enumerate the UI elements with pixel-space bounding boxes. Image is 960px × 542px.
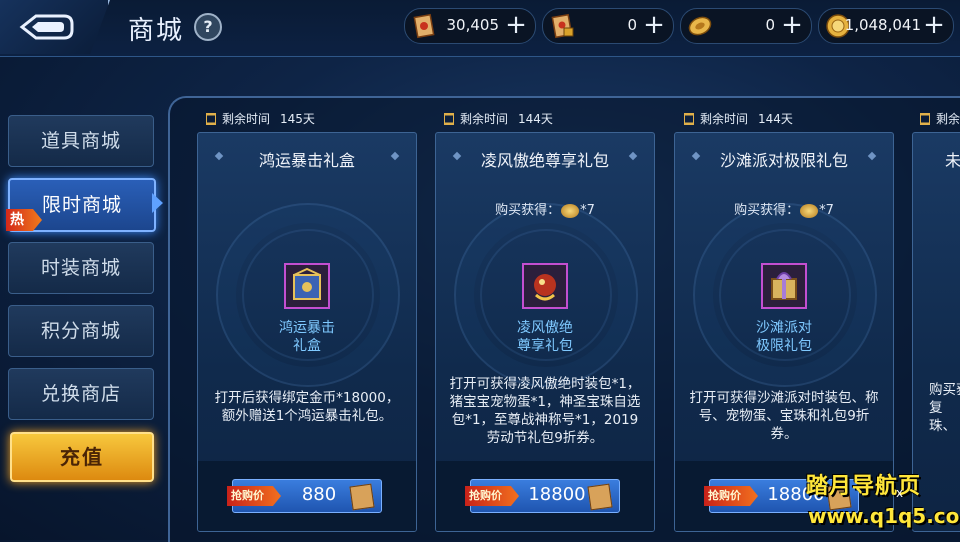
watermark-url: www.q1q5.com: [808, 504, 960, 528]
price-bar: 抢购价 18800: [436, 461, 654, 531]
currency-gold-coin: 0 +: [680, 8, 812, 44]
buy-button[interactable]: 抢购价 18800: [465, 479, 620, 513]
remaining-time: 剩余: [920, 110, 960, 130]
item-name: 沙滩派对 极限礼包: [756, 320, 812, 354]
price-bar: 抢购价 880: [198, 461, 416, 531]
hourglass-icon: [920, 113, 930, 125]
hourglass-icon: [684, 113, 694, 125]
currency-value: 1,048,041: [844, 16, 921, 34]
buy-button[interactable]: 抢购价 880: [227, 479, 382, 513]
shop-card[interactable]: 凌风傲绝尊享礼包 购买获得： *7 凌风傲绝 尊享礼包 打开可获得凌风傲绝时装包*…: [435, 132, 655, 532]
remaining-time: 剩余时间 145天: [206, 110, 315, 130]
active-indicator-arrow-icon: [152, 193, 163, 213]
sidebar-item-fashion-shop[interactable]: 时装商城: [8, 242, 154, 294]
add-currency-button[interactable]: +: [641, 11, 667, 39]
remaining-time: 剩余时间 144天: [444, 110, 553, 130]
price-tag: 抢购价: [227, 486, 281, 506]
currency-scroll-token: 30,405 +: [404, 8, 536, 44]
gift-box-icon: [293, 267, 321, 300]
item-description: 打开后获得绑定金币*18000，额外赠送1个鸿运暴击礼包。: [214, 390, 400, 424]
item-description: 打开可获得沙滩派对时装包、称号、宠物蛋、宝珠和礼包9折券。: [689, 390, 879, 442]
sidebar-item-item-shop[interactable]: 道具商城: [8, 115, 154, 167]
purchase-reward: 购买获得： *7: [495, 203, 595, 218]
card-title: 鸿运暴击礼盒: [258, 151, 355, 170]
price-amount: 880: [301, 484, 337, 505]
card-title: 凌风傲绝尊享礼包: [480, 151, 609, 170]
scroll-token-icon: [413, 13, 435, 39]
currency-locked-scroll-token: 0 +: [542, 8, 674, 44]
item-slot[interactable]: [284, 263, 330, 309]
treasure-chest-icon: [771, 272, 797, 300]
item-slot[interactable]: [522, 263, 568, 309]
item-name: 鸿运暴击 礼盒: [279, 320, 335, 354]
item-description: 打开可获得凌风傲绝时装包*1，猪宝宝宠物蛋*1，神圣宝珠自选包*1，至尊战神称号…: [449, 376, 641, 446]
gold-coin-icon: [800, 203, 819, 218]
watermark-title: 踏月导航页: [806, 474, 922, 499]
item-name: 凌风傲绝 尊享礼包: [517, 320, 573, 354]
top-bar: 商城 ? 30,405 + 0 + 0 + 1,048,041 +: [0, 0, 960, 57]
sidebar-item-points-shop[interactable]: 积分商城: [8, 305, 154, 357]
currency-value: 30,405: [446, 16, 500, 34]
dragon-gift-icon: [534, 274, 556, 301]
currency-gold-ingot: 1,048,041 +: [818, 8, 954, 44]
gold-coin-icon: [561, 203, 580, 218]
add-currency-button[interactable]: +: [779, 11, 805, 39]
watermark-close-button[interactable]: x: [896, 486, 903, 500]
shop-card[interactable]: 鸿运暴击礼盒 鸿运暴击 礼盒 打开后获得绑定金币*18000，额外赠送1个鸿运暴…: [197, 132, 417, 532]
back-button[interactable]: [0, 0, 110, 54]
item-slot[interactable]: [761, 263, 807, 309]
card-title: 沙滩派对极限礼包: [719, 151, 848, 170]
card-title: 未: [945, 151, 960, 170]
hourglass-icon: [444, 113, 454, 125]
gold-coin-icon: [688, 16, 712, 36]
sidebar-item-exchange-shop[interactable]: 兑换商店: [8, 368, 154, 420]
scroll-token-icon: [349, 483, 375, 511]
page-title: 商城: [128, 16, 185, 46]
hourglass-icon: [206, 113, 216, 125]
scroll-token-icon: [587, 483, 613, 511]
remaining-time: 剩余时间 144天: [684, 110, 793, 130]
add-currency-button[interactable]: +: [921, 11, 947, 39]
price-amount: 18800: [528, 484, 586, 505]
locked-scroll-token-icon: [551, 13, 574, 39]
add-currency-button[interactable]: +: [503, 11, 529, 39]
back-arrow-icon: [19, 14, 74, 40]
price-tag: 抢购价: [465, 486, 519, 506]
recharge-button[interactable]: 充值: [10, 432, 154, 482]
help-icon[interactable]: ?: [194, 13, 222, 41]
item-description: 购买获 复 珠、: [929, 382, 960, 434]
currency-value: 0: [765, 16, 775, 34]
purchase-reward: 购买获得： *7: [734, 203, 834, 218]
price-tag: 抢购价: [704, 486, 758, 506]
currency-value: 0: [627, 16, 637, 34]
